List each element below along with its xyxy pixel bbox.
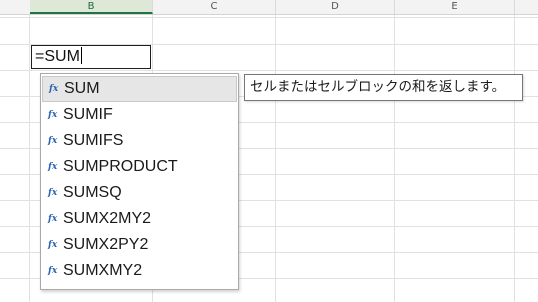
function-icon: fx bbox=[48, 240, 58, 250]
autocomplete-item-label: SUM bbox=[64, 80, 100, 97]
autocomplete-item-label: SUMSQ bbox=[63, 184, 122, 201]
function-autocomplete-list[interactable]: fx SUM fx SUMIF fx SUMIFS fx SUMPRODUCT fx SU… bbox=[40, 73, 239, 290]
autocomplete-item-label: SUMX2PY2 bbox=[63, 236, 149, 253]
autocomplete-item[interactable]: fx SUMIF bbox=[42, 102, 237, 128]
column-header-b[interactable]: B bbox=[30, 0, 153, 14]
autocomplete-item[interactable]: fx SUM bbox=[42, 76, 237, 102]
column-header-d[interactable]: D bbox=[276, 0, 395, 14]
function-icon: fx bbox=[48, 110, 58, 120]
column-header-row: B C D E bbox=[0, 0, 538, 15]
autocomplete-item-label: SUMXMY2 bbox=[63, 262, 143, 279]
function-icon: fx bbox=[48, 136, 58, 146]
function-icon: fx bbox=[48, 214, 58, 224]
function-icon: fx bbox=[48, 162, 58, 172]
autocomplete-item[interactable]: fx SUMX2PY2 bbox=[42, 232, 237, 258]
function-description-tooltip: セルまたはセルブロックの和を返します。 bbox=[244, 74, 523, 101]
autocomplete-item[interactable]: fx SUMX2MY2 bbox=[42, 206, 237, 232]
function-icon: fx bbox=[48, 188, 58, 198]
active-cell-value: =SUM bbox=[35, 48, 80, 65]
column-header-c[interactable]: C bbox=[153, 0, 276, 14]
autocomplete-item-label: SUMIFS bbox=[63, 132, 124, 149]
function-icon: fx bbox=[48, 266, 58, 276]
autocomplete-item[interactable]: fx SUMXMY2 bbox=[42, 258, 237, 284]
function-icon: fx bbox=[49, 84, 59, 94]
column-header-e[interactable]: E bbox=[395, 0, 515, 14]
text-cursor bbox=[80, 47, 82, 64]
autocomplete-item[interactable]: fx SUMPRODUCT bbox=[42, 154, 237, 180]
active-cell-editor[interactable]: =SUM bbox=[31, 45, 151, 69]
autocomplete-item-label: SUMPRODUCT bbox=[63, 158, 178, 175]
autocomplete-item[interactable]: fx SUMSQ bbox=[42, 180, 237, 206]
autocomplete-item-label: SUMX2MY2 bbox=[63, 210, 152, 227]
autocomplete-item[interactable]: fx SUMIFS bbox=[42, 128, 237, 154]
autocomplete-item-label: SUMIF bbox=[63, 106, 113, 123]
